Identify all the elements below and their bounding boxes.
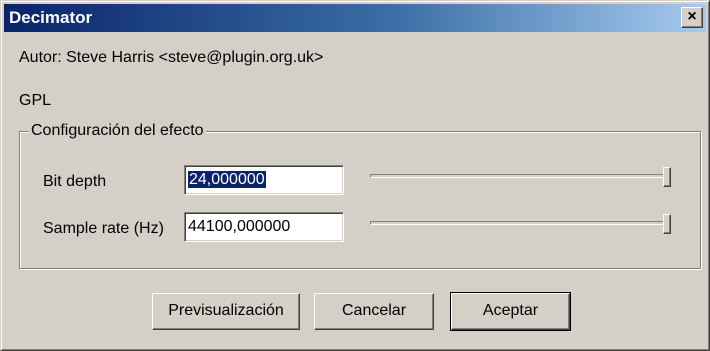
sample-rate-slider-track[interactable]: [370, 221, 668, 225]
decimator-dialog: Decimator × Autor: Steve Harris <steve@p…: [0, 0, 710, 351]
cancel-button[interactable]: Cancelar: [314, 293, 434, 330]
sample-rate-slider-thumb[interactable]: [663, 214, 671, 234]
bit-depth-slider-thumb[interactable]: [663, 167, 671, 187]
accept-button[interactable]: Aceptar: [450, 292, 571, 331]
license-label: GPL: [19, 92, 52, 109]
bit-depth-slider-track[interactable]: [370, 174, 668, 178]
sample-rate-label: Sample rate (Hz): [43, 220, 164, 237]
effect-settings-group: [19, 131, 701, 269]
close-icon: ×: [687, 8, 697, 25]
close-button[interactable]: ×: [681, 7, 703, 28]
window-title: Decimator: [9, 8, 93, 27]
bit-depth-label: Bit depth: [43, 173, 107, 190]
title-bar[interactable]: Decimator ×: [4, 4, 706, 32]
preview-button[interactable]: Previsualización: [152, 293, 300, 330]
bit-depth-value: 24,000000: [188, 171, 266, 188]
sample-rate-input[interactable]: 44100,000000: [184, 212, 344, 242]
group-title: Configuración del efecto: [29, 122, 206, 140]
sample-rate-value: 44100,000000: [188, 218, 291, 235]
bit-depth-input[interactable]: 24,000000: [184, 165, 344, 195]
author-label: Autor: Steve Harris <steve@plugin.org.uk…: [19, 49, 324, 66]
